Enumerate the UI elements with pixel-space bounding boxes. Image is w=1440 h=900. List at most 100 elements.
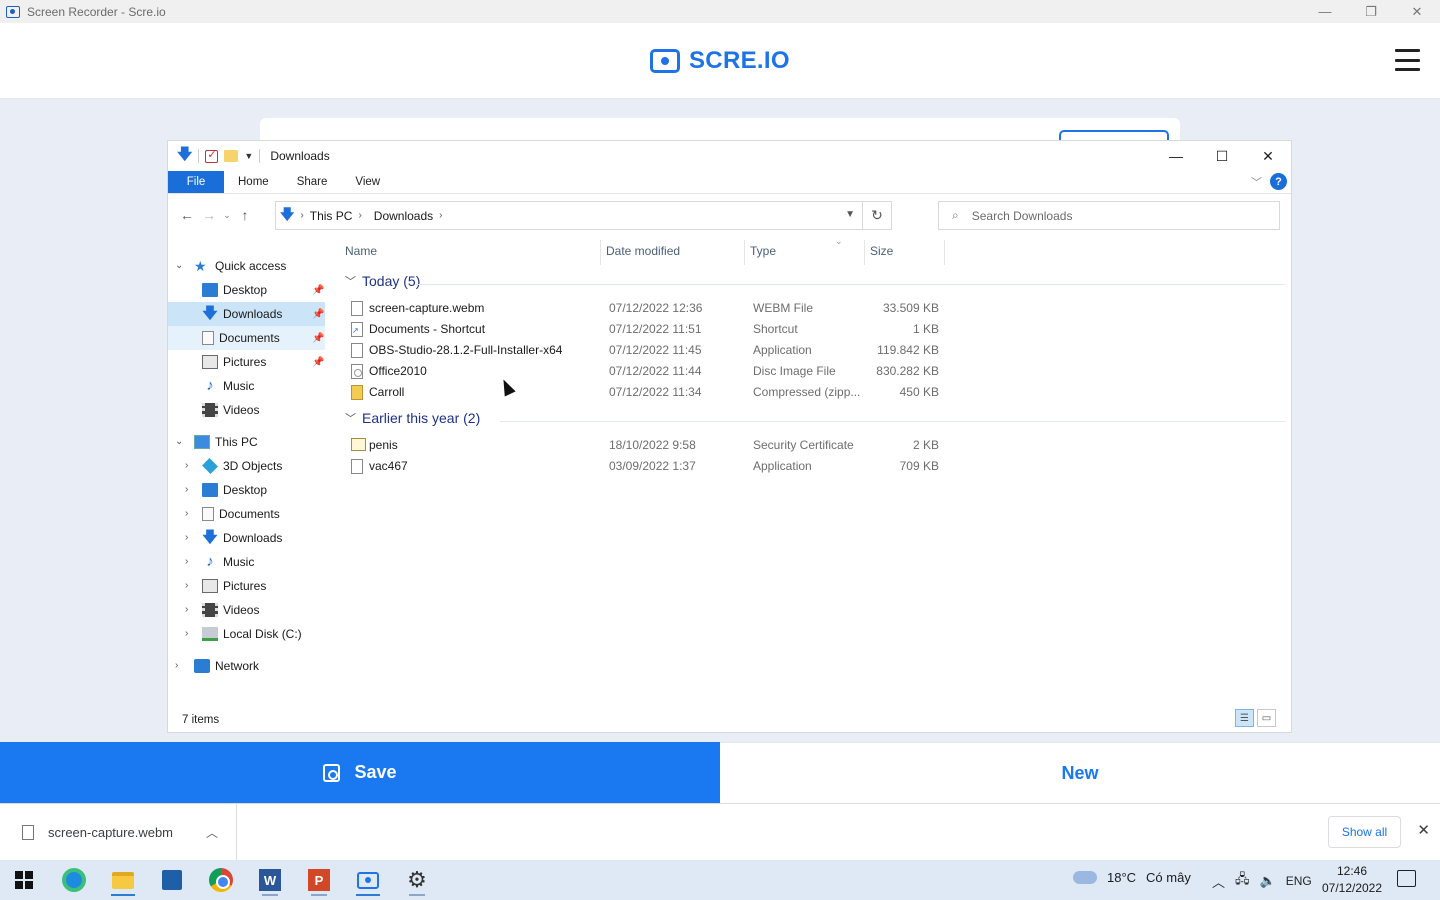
save-button[interactable]: Save [0, 742, 720, 803]
collapsed-chevron-icon[interactable]: › [185, 508, 188, 519]
tab-home[interactable]: Home [224, 171, 283, 193]
column-header-date[interactable]: Date modified [606, 244, 680, 258]
chevron-up-icon[interactable]: ︿ [1212, 872, 1225, 891]
file-explorer-taskbar-button[interactable] [103, 864, 143, 896]
nav-pc-documents[interactable]: Documents [202, 502, 280, 526]
collapsed-chevron-icon[interactable]: › [175, 660, 178, 671]
chrome-taskbar-button[interactable] [201, 864, 241, 896]
refresh-icon[interactable]: ↻ [862, 202, 891, 229]
column-divider[interactable] [864, 240, 865, 265]
network-status-icon[interactable]: 🖧 [1235, 870, 1250, 892]
breadcrumb-this-pc[interactable]: This PC [310, 209, 353, 223]
file-row[interactable]: Documents - Shortcut 07/12/2022 11:51 Sh… [347, 319, 947, 340]
forward-arrow-icon[interactable]: → [198, 207, 220, 223]
nav-quick-videos[interactable]: Videos [168, 398, 325, 422]
chevron-up-icon[interactable]: ︿ [206, 824, 218, 841]
powerpoint-taskbar-button[interactable]: P [299, 864, 339, 896]
nav-pc-3d-objects[interactable]: 3D Objects [202, 454, 282, 478]
file-row[interactable]: screen-capture.webm 07/12/2022 12:36 WEB… [347, 298, 947, 319]
nav-quick-desktop[interactable]: Desktop 📌 [168, 278, 325, 302]
restore-button[interactable]: ❐ [1348, 0, 1394, 23]
group-header-earlier[interactable]: ﹀ Earlier this year (2) [345, 410, 480, 426]
nav-quick-downloads[interactable]: 🡇 Downloads 📌 [168, 302, 325, 326]
column-header-size[interactable]: Size [870, 244, 893, 258]
column-header-name[interactable]: Name [345, 244, 377, 258]
menu-icon[interactable] [1395, 49, 1420, 71]
nav-quick-pictures[interactable]: Pictures 📌 [168, 350, 325, 374]
nav-quick-documents[interactable]: Documents 📌 [168, 326, 325, 350]
store-taskbar-button[interactable] [152, 864, 192, 896]
collapsed-chevron-icon[interactable]: › [185, 628, 188, 639]
site-logo[interactable]: SCRE.IO [650, 47, 790, 75]
weather-widget[interactable]: 18°C Có mây [1073, 870, 1191, 885]
group-header-today[interactable]: ﹀ Today (5) [345, 273, 420, 289]
close-button[interactable]: ✕ [1394, 0, 1440, 23]
recent-locations-icon[interactable]: ⌄ [220, 210, 234, 221]
nav-this-pc[interactable]: This PC [194, 430, 258, 454]
volume-icon[interactable]: 🔈 [1260, 873, 1276, 889]
tab-view[interactable]: View [341, 171, 394, 193]
nav-network[interactable]: Network [194, 654, 259, 678]
column-divider[interactable] [600, 240, 601, 265]
back-arrow-icon[interactable]: ← [176, 207, 198, 223]
expand-chevron-icon[interactable]: ⌄ [175, 260, 183, 271]
details-view-icon[interactable]: ☰ [1235, 709, 1254, 727]
group-collapse-icon[interactable]: ﹀ [345, 273, 356, 289]
tab-share[interactable]: Share [283, 171, 342, 193]
nav-pc-pictures[interactable]: Pictures [202, 574, 266, 598]
nav-quick-access[interactable]: ★ Quick access [194, 254, 286, 278]
start-button[interactable] [4, 864, 44, 896]
properties-icon[interactable] [205, 148, 219, 163]
address-dropdown-icon[interactable]: ▼ [845, 209, 855, 220]
file-row[interactable]: penis 18/10/2022 9:58 Security Certifica… [347, 435, 947, 456]
expand-chevron-icon[interactable]: ⌄ [175, 436, 183, 447]
screen-recorder-taskbar-button[interactable] [348, 864, 388, 896]
nav-pc-videos[interactable]: Videos [202, 598, 259, 622]
up-arrow-icon[interactable]: ↑ [234, 207, 256, 223]
column-divider[interactable] [944, 240, 945, 265]
collapsed-chevron-icon[interactable]: › [185, 484, 188, 495]
file-row[interactable]: Carroll 07/12/2022 11:34 Compressed (zip… [347, 382, 947, 403]
nav-quick-music[interactable]: ♪ Music [168, 374, 325, 398]
collapsed-chevron-icon[interactable]: › [185, 460, 188, 471]
notification-icon[interactable] [1397, 870, 1416, 887]
file-row[interactable]: Office2010 07/12/2022 11:44 Disc Image F… [347, 361, 947, 382]
word-taskbar-button[interactable]: W [250, 864, 290, 896]
group-collapse-icon[interactable]: ﹀ [345, 410, 356, 426]
large-icons-view-icon[interactable]: ▭ [1257, 709, 1276, 727]
nav-pc-music[interactable]: ♪ Music [202, 550, 254, 574]
close-icon[interactable]: ✕ [1417, 821, 1430, 839]
quick-access-dropdown-icon[interactable]: ▼ [244, 151, 253, 161]
edge-taskbar-button[interactable] [54, 864, 94, 896]
collapsed-chevron-icon[interactable]: › [185, 556, 188, 567]
nav-pc-downloads[interactable]: 🡇 Downloads [202, 526, 282, 550]
tab-file[interactable]: File [168, 171, 224, 193]
file-row[interactable]: vac467 03/09/2022 1:37 Application 709 K… [347, 456, 947, 477]
download-item[interactable]: screen-capture.webm ︿ [0, 804, 237, 861]
explorer-minimize-button[interactable]: — [1153, 141, 1199, 171]
collapsed-chevron-icon[interactable]: › [185, 532, 188, 543]
collapsed-chevron-icon[interactable]: › [185, 604, 188, 615]
collapsed-chevron-icon[interactable]: › [185, 580, 188, 591]
column-divider[interactable] [744, 240, 745, 265]
explorer-close-button[interactable]: ✕ [1245, 141, 1291, 171]
new-folder-icon[interactable] [224, 150, 239, 162]
explorer-maximize-button[interactable]: ☐ [1199, 141, 1245, 171]
breadcrumb-separator-icon[interactable]: › [358, 210, 361, 221]
settings-taskbar-button[interactable]: ⚙ [397, 864, 437, 896]
breadcrumb-downloads[interactable]: Downloads [374, 209, 433, 223]
minimize-button[interactable]: — [1302, 0, 1348, 23]
search-input[interactable]: ⌕ Search Downloads [938, 201, 1280, 230]
show-all-button[interactable]: Show all [1328, 816, 1401, 848]
new-button[interactable]: New [720, 742, 1440, 803]
breadcrumb-separator-icon[interactable]: › [439, 210, 442, 221]
column-header-type[interactable]: Type [750, 244, 776, 258]
language-indicator[interactable]: ENG [1286, 874, 1312, 888]
breadcrumb-separator-icon[interactable]: › [300, 210, 303, 221]
expand-ribbon-icon[interactable]: ﹀ [1251, 174, 1262, 190]
file-row[interactable]: OBS-Studio-28.1.2-Full-Installer-x64 07/… [347, 340, 947, 361]
nav-pc-desktop[interactable]: Desktop [202, 478, 267, 502]
clock[interactable]: 12:46 07/12/2022 [1320, 863, 1384, 897]
address-bar[interactable]: 🡇 › This PC › Downloads › ▼ ↻ [275, 201, 892, 230]
nav-pc-local-disk[interactable]: Local Disk (C:) [202, 622, 302, 646]
